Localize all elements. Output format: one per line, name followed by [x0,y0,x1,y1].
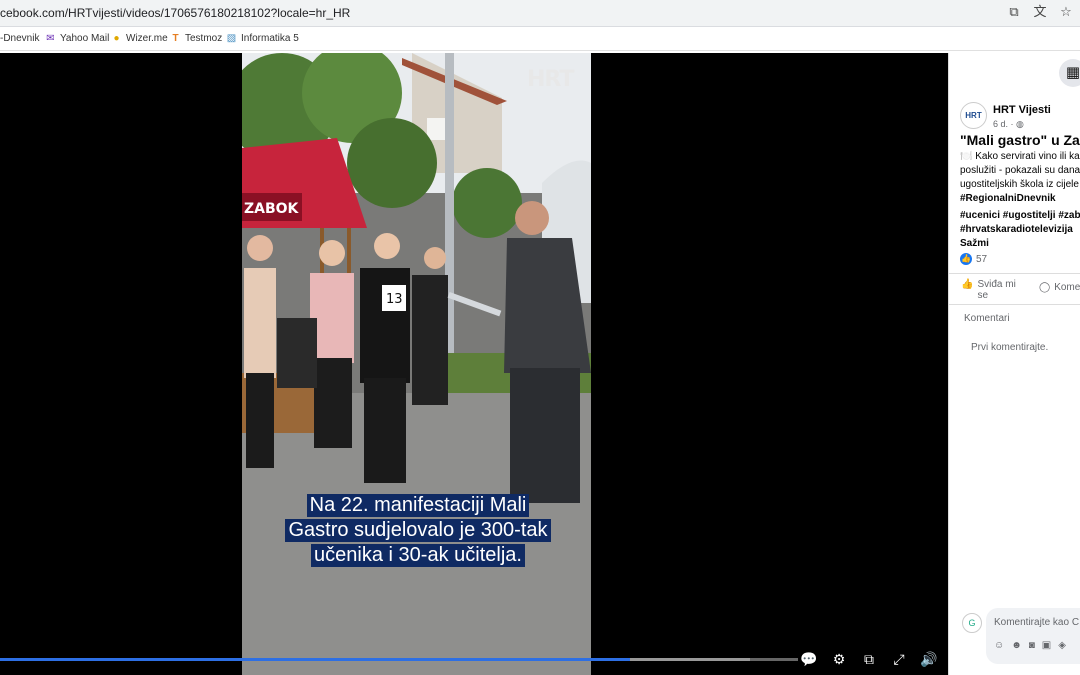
post-body-line: ugostiteljskih škola iz cijele [960,179,1079,190]
cast-icon[interactable]: ⧉ [1006,4,1022,20]
like-reaction-icon: 👍 [960,253,972,265]
post-hashtags: #ucenici #ugostitelji #zabo #hrvatskarad… [960,209,1080,251]
emoji-icon[interactable]: ☻ [1011,640,1022,651]
caption-line: učenika i 30-ak učitelja. [311,544,525,567]
bookmark-testmoz[interactable]: T Testmoz [170,33,222,44]
picture-in-picture-icon[interactable]: ⧉ [860,650,878,668]
image-icon: ▧ [226,33,237,44]
post-body-line: poslužiti - pokazali su dana [960,165,1080,176]
page-name[interactable]: HRT Vijesti [993,104,1051,116]
user-avatar[interactable]: G [962,613,982,633]
fullscreen-icon[interactable]: ⤢ [890,650,908,668]
post-time-text: 6 d. · [993,119,1017,129]
video-progress-bar[interactable] [0,658,798,661]
video-controls: 💬 ⚙ ⧉ ⤢ 🔊 [800,650,938,668]
gif-icon[interactable]: ▣ [1042,640,1051,651]
apron-number: 13 [386,292,403,307]
bulb-icon: ● [113,33,120,44]
address-bar-actions: ⧉ 文 ☆ [1006,4,1074,20]
camera-icon[interactable]: ◙ [1029,640,1035,651]
bookmark-yahoo-mail[interactable]: ✉ Yahoo Mail [45,33,109,44]
caption-line: Gastro sudjelovalo je 300-tak [285,519,551,542]
comment-bubble-icon: ◯ [1039,282,1051,293]
bookmark-wizer[interactable]: ● Wizer.me [111,33,168,44]
collapse-link[interactable]: Sažmi [960,237,1080,251]
video-caption: Na 22. manifestaciji Mali Gastro sudjelo… [258,493,578,568]
thumbs-up-icon: 👍 [961,279,974,290]
bookmark-label: -Dnevnik [0,33,40,44]
url-text[interactable]: cebook.com/HRTvijesti/videos/17065761802… [0,6,350,20]
address-bar: cebook.com/HRTvijesti/videos/17065761802… [0,0,1080,27]
hashtag-link[interactable]: #ucenici #ugostitelji #zabo [960,209,1080,223]
bookmark-label: Wizer.me [126,33,168,44]
video-scene: ZABOK 13 [242,53,591,675]
testmoz-icon: T [172,33,179,44]
bookmark-star-icon[interactable]: ☆ [1058,4,1074,20]
avatar-sticker-icon[interactable]: ☺ [994,640,1004,651]
bookmark-label: Yahoo Mail [60,33,110,44]
caption-line: Na 22. manifestaciji Mali [306,494,530,517]
post-body-line: 🍽️ Kako servirati vino ili ka [960,151,1080,162]
globe-icon: ◍ [1016,119,1024,129]
like-button-label: Sviđa mi se [977,279,1016,301]
settings-gear-icon[interactable]: ⚙ [830,650,848,668]
reactions-summary[interactable]: 👍 57 [960,253,987,265]
like-count: 57 [976,253,988,265]
hashtag-link[interactable]: #hrvatskaradiotelevizija [960,223,1080,237]
comments-heading: Komentari [964,313,1010,324]
empty-comments-message: Prvi komentirajte. [971,342,1049,353]
hrt-logo: HRT [527,67,574,92]
post-body: 🍽️ Kako servirati vino ili ka poslužiti … [960,150,1080,206]
video-frame: ZABOK 13 HRT [242,53,591,675]
video-player[interactable]: ZABOK 13 HRT Na 22. manifestaciji Mali G… [0,53,948,675]
browser-window: cebook.com/HRTvijesti/videos/17065761802… [0,0,1080,675]
post-time[interactable]: 6 d. · ◍ [993,119,1024,130]
post-side-panel: ▦ HRT HRT Vijesti 6 d. · ◍ "Mali gastro"… [948,53,1080,675]
progress-fill [0,658,631,661]
bookmark-label: Testmoz [185,33,223,44]
like-button[interactable]: 👍 Sviđa mi se [961,279,1016,301]
apps-grid-icon[interactable]: ▦ [1059,59,1080,87]
translate-icon[interactable]: 文 [1032,4,1048,20]
captions-icon[interactable]: 💬 [800,650,818,668]
hashtag-link[interactable]: #RegionalniDnevnik [960,192,1080,206]
post-title: "Mali gastro" u Zab [960,132,1080,148]
post-actions: 👍 Sviđa mi se ◯ Kome [949,273,1080,305]
mail-icon: ✉ [46,33,55,44]
volume-icon[interactable]: 🔊 [920,650,938,668]
comment-composer[interactable]: Komentirajte kao C ☺ ☻ ◙ ▣ ◈ [986,608,1080,664]
bookmarks-bar: -Dnevnik ✉ Yahoo Mail ● Wizer.me T Testm… [0,27,1080,51]
page-avatar[interactable]: HRT [960,102,987,129]
comment-button-label: Kome [1054,282,1080,293]
sign-text: ZABOK [244,201,300,217]
comment-button[interactable]: ◯ Kome [1039,282,1080,293]
bookmark-label: Informatika 5 [241,33,299,44]
bookmark-informatika[interactable]: ▧ Informatika 5 [226,33,299,44]
bookmark-dnevnik[interactable]: -Dnevnik [0,33,39,44]
composer-tools: ☺ ☻ ◙ ▣ ◈ [994,640,1066,651]
sticker-icon[interactable]: ◈ [1058,640,1066,651]
comment-input-placeholder[interactable]: Komentirajte kao C [994,617,1079,628]
